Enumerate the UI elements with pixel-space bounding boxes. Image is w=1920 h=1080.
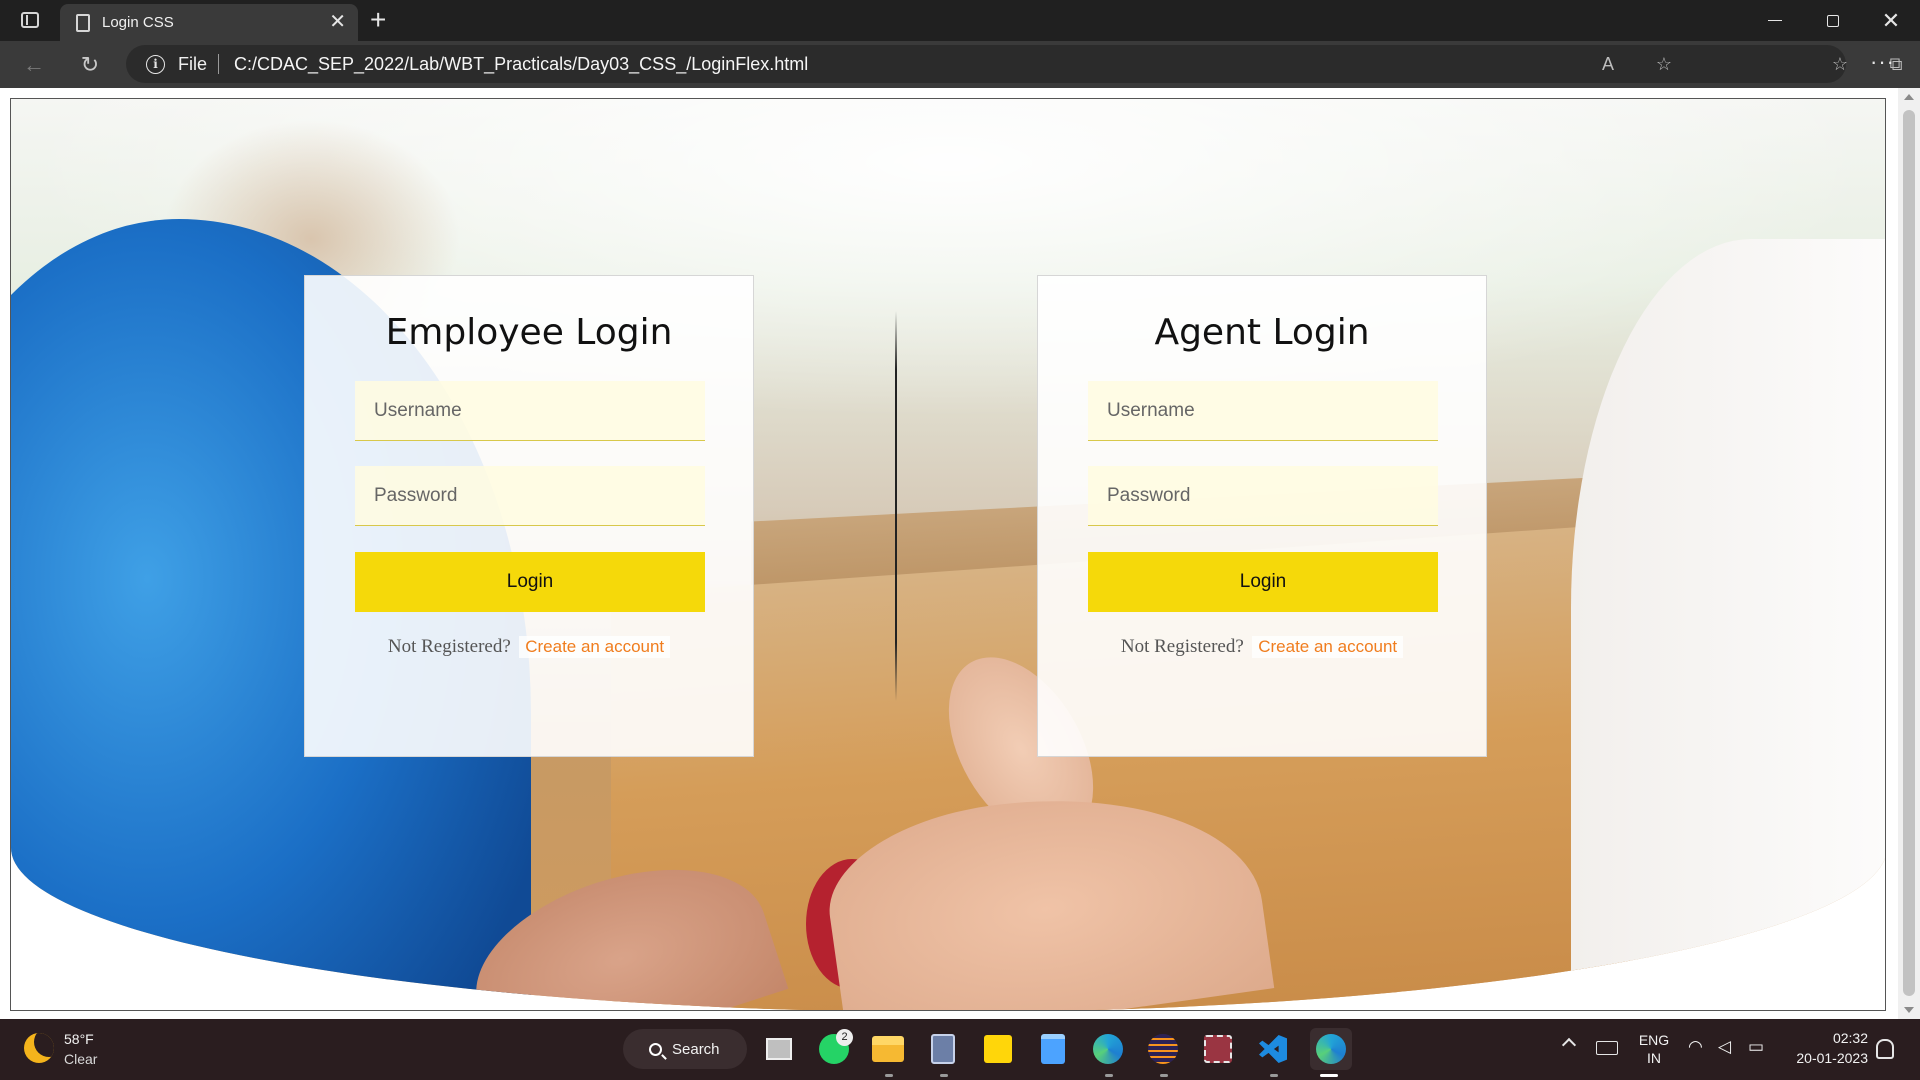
active-indicator	[1320, 1074, 1338, 1077]
info-icon[interactable]: i	[146, 55, 165, 74]
battery-icon[interactable]: ▭	[1748, 1037, 1764, 1057]
region-code: IN	[1647, 1050, 1661, 1066]
tab-title: Login CSS	[102, 14, 174, 31]
back-arrow-icon[interactable]: ←	[18, 49, 50, 81]
language-indicator[interactable]: ENG IN	[1636, 1031, 1672, 1067]
restore-button[interactable]	[1804, 0, 1862, 41]
moon-weather-icon[interactable]	[24, 1033, 54, 1063]
search-icon	[649, 1042, 662, 1056]
notification-bell-icon[interactable]	[1876, 1039, 1894, 1059]
more-options-icon[interactable]: ···	[1870, 49, 1895, 75]
tab-login-css[interactable]: Login CSS ✕	[60, 4, 358, 41]
close-tab-icon[interactable]: ✕	[329, 12, 346, 32]
eclipse-ide-icon[interactable]	[1145, 1031, 1181, 1067]
whatsapp-notification-badge: 2	[836, 1029, 853, 1046]
running-indicator	[1160, 1074, 1168, 1077]
clock-date[interactable]: 20-01-2023	[1782, 1050, 1868, 1066]
reload-icon[interactable]: ↻	[74, 49, 106, 81]
employee-create-account-link[interactable]: Create an account	[519, 636, 671, 658]
employee-login-card: Employee Login Login Not Registered? Cre…	[304, 275, 754, 757]
employee-login-title: Employee Login	[385, 312, 673, 353]
keyboard-icon[interactable]	[1596, 1041, 1618, 1055]
read-aloud-icon[interactable]: A	[1594, 50, 1622, 78]
search-label: Search	[672, 1040, 720, 1058]
new-tab-button[interactable]: +	[370, 6, 386, 34]
favorites-icon[interactable]: ☆	[1826, 50, 1854, 78]
taskbar-search-button[interactable]: Search	[623, 1029, 747, 1069]
close-window-button[interactable]: ✕	[1862, 0, 1920, 41]
show-hidden-icons-chevron-icon[interactable]	[1561, 1037, 1577, 1053]
volume-icon[interactable]: ◁	[1718, 1037, 1731, 1057]
calculator-icon[interactable]	[925, 1031, 961, 1067]
agent-login-card: Agent Login Login Not Registered? Create…	[1037, 275, 1487, 757]
agent-password-input[interactable]	[1088, 466, 1438, 526]
task-view-icon[interactable]	[761, 1031, 797, 1067]
employee-login-button[interactable]: Login	[355, 552, 705, 612]
minimize-button[interactable]	[1746, 0, 1804, 41]
weather-temperature[interactable]: 58°F	[64, 1031, 94, 1047]
clock-time[interactable]: 02:32	[1788, 1030, 1868, 1046]
browser-title-bar: Login CSS ✕ + ✕	[0, 0, 1920, 41]
not-registered-text: Not Registered?	[1120, 636, 1244, 657]
agent-register-line: Not Registered? Create an account	[1038, 636, 1486, 658]
page-content: Employee Login Login Not Registered? Cre…	[10, 98, 1886, 1011]
agent-create-account-link[interactable]: Create an account	[1252, 636, 1404, 658]
vscode-icon[interactable]	[1255, 1031, 1291, 1067]
address-bar[interactable]: i File C:/CDAC_SEP_2022/Lab/WBT_Practica…	[126, 45, 1902, 83]
add-favorite-icon[interactable]: ☆	[1650, 50, 1678, 78]
agent-username-input[interactable]	[1088, 381, 1438, 441]
running-indicator	[1270, 1074, 1278, 1077]
edge-active-window-icon[interactable]	[1310, 1028, 1352, 1070]
browser-toolbar: ← ↻ i File C:/CDAC_SEP_2022/Lab/WBT_Prac…	[0, 41, 1920, 88]
scroll-thumb[interactable]	[1903, 110, 1915, 996]
windows-taskbar: 58°F Clear Search 2 ENG IN ◠ ◁ ▭ 02:32 2…	[0, 1019, 1920, 1080]
file-explorer-icon[interactable]	[870, 1031, 906, 1067]
employee-register-line: Not Registered? Create an account	[305, 636, 753, 658]
language-code: ENG	[1638, 1032, 1670, 1048]
employee-username-input[interactable]	[355, 381, 705, 441]
page-viewport: Employee Login Login Not Registered? Cre…	[0, 88, 1920, 1019]
edge-browser-icon[interactable]	[1090, 1031, 1126, 1067]
scroll-up-arrow-icon[interactable]	[1904, 94, 1914, 100]
weather-condition[interactable]: Clear	[64, 1051, 97, 1067]
page-icon	[76, 13, 90, 32]
delivery-background-photo	[11, 99, 1885, 1010]
not-registered-text: Not Registered?	[387, 636, 511, 657]
sticky-notes-icon[interactable]	[980, 1031, 1016, 1067]
file-label: File	[178, 54, 208, 74]
agent-login-title: Agent Login	[1154, 312, 1370, 353]
url-text[interactable]: C:/CDAC_SEP_2022/Lab/WBT_Practicals/Day0…	[234, 54, 808, 75]
vertical-divider	[895, 311, 897, 701]
tab-actions-icon[interactable]	[14, 9, 46, 31]
scroll-down-arrow-icon[interactable]	[1904, 1007, 1914, 1013]
running-indicator	[1105, 1074, 1113, 1077]
address-separator	[218, 54, 219, 74]
running-indicator	[940, 1074, 948, 1077]
wifi-icon[interactable]: ◠	[1688, 1037, 1703, 1057]
employee-password-input[interactable]	[355, 466, 705, 526]
agent-login-button[interactable]: Login	[1088, 552, 1438, 612]
snipping-tool-icon[interactable]	[1200, 1031, 1236, 1067]
windows-start-icon[interactable]	[573, 1034, 603, 1064]
notepad-icon[interactable]	[1035, 1031, 1071, 1067]
vertical-scrollbar[interactable]	[1898, 88, 1920, 1019]
running-indicator	[885, 1074, 893, 1077]
